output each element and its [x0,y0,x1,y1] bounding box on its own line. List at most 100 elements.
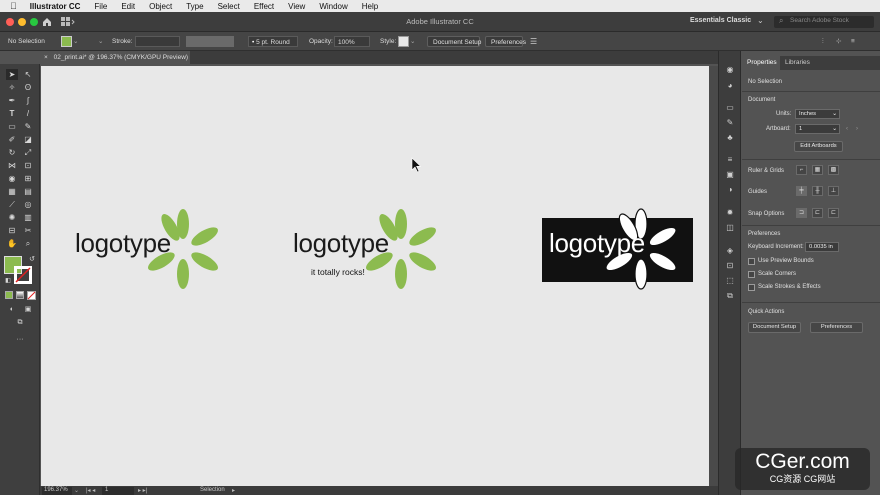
gradient-mode-icon[interactable] [16,291,24,299]
stock-search-input[interactable]: ⌕ Search Adobe Stock [774,16,874,28]
next-artboard-icon[interactable]: ▸ ▸| [138,487,147,494]
units-dropdown[interactable]: Inches ⌄ [795,109,840,119]
brush-definition-dropdown[interactable]: • 5 pt. Round [248,36,298,47]
magic-wand-tool-icon[interactable]: ✧ [6,82,18,93]
preferences-button[interactable]: Preferences [485,36,526,47]
close-icon[interactable]: × [44,54,48,61]
curvature-tool-icon[interactable]: ∫ [22,95,34,106]
draw-mode-icon[interactable]: ◐ [6,304,18,315]
menu-edit[interactable]: Edit [114,2,142,11]
scale-tool-icon[interactable]: ⤢ [22,147,34,158]
workspace-switcher[interactable]: Essentials Classic [690,17,751,24]
fill-swatch[interactable] [61,36,72,47]
menu-file[interactable]: File [87,2,114,11]
stroke-panel-icon[interactable]: ≡ [725,155,735,165]
hand-tool-icon[interactable]: ✋ [6,238,18,249]
align-icon[interactable]: ⫶ [822,36,824,47]
menu-select[interactable]: Select [211,2,247,11]
symbol-sprayer-tool-icon[interactable]: ✺ [6,212,18,223]
free-transform-tool-icon[interactable]: ⊡ [22,160,34,171]
blend-tool-icon[interactable]: ◎ [22,199,34,210]
zoom-level-field[interactable]: 196.37% [42,487,72,495]
screen-mode-icon[interactable]: ▣ [22,304,34,315]
menu-object[interactable]: Object [142,2,179,11]
paintbrush-tool-icon[interactable]: ✎ [22,121,34,132]
layers-stack-icon[interactable]: ▭ [725,103,735,113]
perspective-grid-tool-icon[interactable]: ⊞ [22,173,34,184]
menu-effect[interactable]: Effect [247,2,281,11]
artboard-dropdown[interactable]: 1 ⌄ [795,124,840,134]
menu-help[interactable]: Help [355,2,385,11]
menu-type[interactable]: Type [179,2,210,11]
swap-colors-icon[interactable]: ↺ [26,254,38,265]
eraser-tool-icon[interactable]: ◪ [22,134,34,145]
variable-width-profile[interactable] [186,36,234,47]
graph-tool-icon[interactable]: ▥ [22,212,34,223]
asset-export-icon[interactable]: ⬚ [725,276,735,286]
stroke-color-swatch[interactable] [14,266,32,284]
app-menu[interactable]: Illustrator CC [23,2,88,11]
rulers-toggle-icon[interactable]: ⌐ [796,165,807,175]
rotate-tool-icon[interactable]: ↻ [6,147,18,158]
graphic-style-swatch[interactable] [398,36,409,47]
artboard-tool-icon[interactable]: ⊟ [6,225,18,236]
color-mode-icon[interactable] [5,291,13,299]
opacity-field[interactable]: 100% [334,36,370,47]
gradient-panel-icon[interactable]: ▣ [725,170,735,180]
document-tab[interactable]: × 02_print.ai* @ 196.37% (CMYK/GPU Previ… [40,51,190,64]
snap-to-grid-icon[interactable]: ⊏ [812,208,823,218]
change-screen-mode-icon[interactable]: ⧉ [14,317,26,328]
edit-artboards-button[interactable]: Edit Artboards [794,141,843,152]
stroke-weight-field[interactable] [135,36,180,47]
chevron-down-icon[interactable]: ⌄ [757,16,764,25]
grid-toggle-icon[interactable]: ▦ [812,165,823,175]
snap-to-point-icon[interactable]: ⊐ [796,208,807,218]
width-tool-icon[interactable]: ⋈ [6,160,18,171]
scale-corners-checkbox[interactable] [748,271,755,278]
color-panel-icon[interactable]: ◕ [725,81,735,91]
next-artboard-icon[interactable]: › [856,126,858,132]
shaper-tool-icon[interactable]: ✐ [6,134,18,145]
brushes-panel-icon[interactable]: ✎ [725,118,735,128]
menu-icon[interactable]: ≡ [851,36,855,47]
symbols-panel-icon[interactable]: ♣ [725,133,735,143]
transparency-panel-icon[interactable]: ◑ [725,185,735,195]
menu-view[interactable]: View [281,2,312,11]
slice-tool-icon[interactable]: ✂ [22,225,34,236]
scale-strokes-checkbox[interactable] [748,284,755,291]
smart-guides-icon[interactable]: ⊥ [828,186,839,196]
mesh-tool-icon[interactable]: ▦ [6,186,18,197]
layers-panel-icon[interactable]: ◈ [725,246,735,256]
use-preview-bounds-checkbox[interactable] [748,258,755,265]
lock-guides-icon[interactable]: ╫ [812,186,823,196]
line-tool-icon[interactable]: / [22,108,34,119]
previous-artboard-icon[interactable]: ‹ [846,126,848,132]
shape-builder-tool-icon[interactable]: ◉ [6,173,18,184]
eyedropper-tool-icon[interactable]: ⟋ [6,199,18,210]
none-mode-icon[interactable] [27,291,36,300]
transparency-grid-icon[interactable]: ▩ [828,165,839,175]
document-setup-button[interactable]: Document Setup [427,36,481,47]
artboard-navigation-field[interactable]: 1 [102,487,134,495]
rectangle-tool-icon[interactable]: ▭ [6,121,18,132]
graphic-styles-panel-icon[interactable]: ◫ [725,223,735,233]
artboards-panel-icon[interactable]: ⊡ [725,261,735,271]
zoom-tool-icon[interactable]: ⌕ [22,238,34,249]
first-artboard-icon[interactable]: |◂ ◂ [86,487,95,494]
tab-properties[interactable]: Properties [742,56,780,70]
status-menu-icon[interactable]: ▸ [232,487,235,494]
menu-window[interactable]: Window [312,2,354,11]
snap-to-pixel-icon[interactable]: ⊏ [828,208,839,218]
chevron-down-icon[interactable]: ⌄ [410,36,415,47]
vertical-scrollbar[interactable] [709,66,718,486]
type-tool-icon[interactable]: T [6,108,18,119]
apple-menu-icon[interactable]:  [0,1,23,11]
pen-tool-icon[interactable]: ✒ [6,95,18,106]
chevron-down-icon[interactable]: ⌄ [98,36,103,47]
libraries-panel-icon[interactable]: ◉ [725,65,735,75]
keyboard-increment-field[interactable]: 0.0035 in [805,242,839,252]
arrange-icon[interactable]: ☰ [530,36,537,47]
links-panel-icon[interactable]: ⧉ [725,291,735,301]
lasso-tool-icon[interactable]: ʘ [22,82,34,93]
show-guides-icon[interactable]: ╪ [796,186,807,196]
